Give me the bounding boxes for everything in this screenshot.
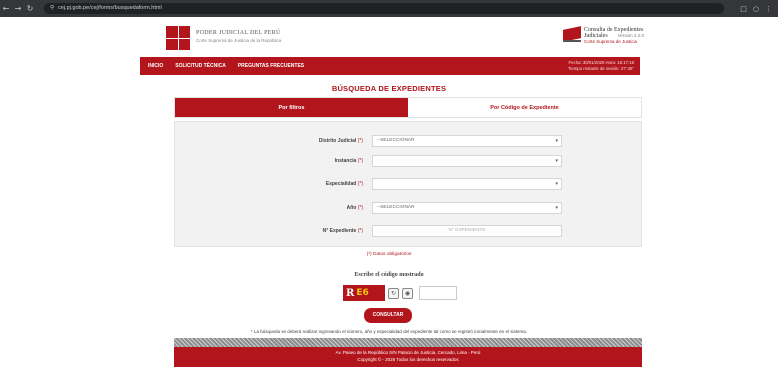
forward-arrow-icon[interactable]: → (12, 4, 24, 13)
required-note: (*) Datos obligatorios (366, 252, 412, 257)
nav-item-preguntas[interactable]: PREGUNTAS FRECUENTES (238, 63, 304, 69)
tab-por-codigo[interactable]: Por Código de Expediente (408, 98, 641, 117)
captcha-label: Escribe el código mostrado (354, 272, 424, 278)
cej-subtitle: Corte Suprema de Justicia (584, 39, 638, 44)
captcha-char-1: R (346, 287, 355, 299)
captcha-char-2: E6 (356, 288, 369, 298)
search-form: Distrito Judicial (*) --SELECCIONAR ▾ Ins… (174, 121, 642, 247)
distrito-select[interactable]: --SELECCIONAR ▾ (372, 135, 562, 147)
anio-select-value: --SELECCIONAR (377, 205, 415, 210)
anio-label: Año (346, 205, 357, 211)
required-mark: (*) (357, 181, 363, 187)
especialidad-select[interactable]: ▾ (372, 178, 562, 190)
footer-copyright: Copyright © - 2026 Todos los derechos re… (357, 357, 459, 362)
consultar-button[interactable]: CONSULTAR (364, 308, 412, 323)
instancia-select[interactable]: ▾ (372, 155, 562, 167)
expediente-label: N° Expediente (322, 228, 357, 234)
audio-icon[interactable]: ◉ (402, 287, 413, 299)
form-row-instancia: Instancia (*) ▾ (175, 155, 643, 167)
address-bar-url: cej.pj.gob.pe/cej/forms/busquedaform.htm… (58, 5, 162, 11)
back-arrow-icon[interactable]: ← (0, 4, 12, 13)
search-note: * La búsqueda se deberá realizar ingresa… (251, 329, 527, 334)
distrito-label: Distrito Judicial (318, 138, 357, 144)
cej-book-icon (563, 26, 581, 42)
footer-pattern (174, 338, 642, 347)
refresh-icon[interactable]: ↻ (388, 287, 399, 299)
extensions-icon[interactable]: □ (740, 5, 747, 13)
chevron-down-icon: ▾ (555, 138, 558, 144)
instancia-label: Instancia (334, 158, 357, 164)
anio-select[interactable]: --SELECCIONAR ▾ (372, 202, 562, 214)
nav-item-inicio[interactable]: INICIO (148, 63, 163, 69)
org-name-block: PODER JUDICIAL DEL PERÚ Corte Suprema de… (196, 30, 281, 43)
form-row-expediente: N° Expediente (*) N° EXPEDIENTE (175, 225, 643, 237)
especialidad-label: Especialidad (325, 181, 357, 187)
form-row-especialidad: Especialidad (*) ▾ (175, 178, 643, 190)
poder-judicial-logo-icon (166, 26, 190, 50)
reload-icon[interactable]: ↻ (24, 4, 36, 13)
address-bar[interactable]: ⚲ cej.pj.gob.pe/cej/forms/busquedaform.h… (44, 3, 724, 14)
required-mark: (*) (357, 138, 363, 144)
session-remaining: Tiempo restante de sesión: 27':45'' (567, 66, 634, 71)
main-nav: INICIO SOLICITUD TÉCNICA PREGUNTAS FRECU… (140, 57, 640, 75)
session-info: Fecha: 30/01/2026 Hora: 16:17:16 Tiempo … (568, 60, 634, 72)
org-subtitle: Corte Suprema de Justicia de la Repúblic… (196, 38, 282, 43)
form-row-anio: Año (*) --SELECCIONAR ▾ (175, 202, 643, 214)
site-footer: Av. Paseo de la República S/N Palacio de… (174, 338, 642, 367)
chevron-down-icon: ▾ (555, 158, 558, 164)
chevron-down-icon: ▾ (555, 181, 558, 187)
nav-item-solicitud[interactable]: SOLICITUD TÉCNICA (175, 63, 226, 69)
distrito-select-value: --SELECCIONAR (377, 138, 415, 143)
search-tabs: Por filtros Por Código de Expediente (174, 97, 642, 118)
required-mark: (*) (357, 158, 363, 164)
captcha-input[interactable] (419, 286, 457, 300)
chevron-down-icon: ▾ (555, 205, 558, 211)
cej-brand: Consulta de Expedientes Judiciales Versi… (584, 27, 644, 44)
expediente-input[interactable]: N° EXPEDIENTE (372, 225, 562, 237)
captcha-block: R E6 ↻ ◉ (343, 285, 457, 301)
menu-icon[interactable]: ⋮ (765, 5, 772, 13)
profile-icon[interactable]: ○ (753, 5, 759, 13)
form-row-distrito: Distrito Judicial (*) --SELECCIONAR ▾ (175, 135, 643, 147)
footer-address: Av. Paseo de la República S/N Palacio de… (335, 350, 481, 355)
org-name: PODER JUDICIAL DEL PERÚ (196, 30, 281, 36)
tab-por-filtros[interactable]: Por filtros (175, 98, 408, 117)
required-mark: (*) (357, 228, 363, 234)
captcha-image: R E6 (343, 285, 385, 301)
site-info-icon[interactable]: ⚲ (50, 3, 54, 14)
required-mark: (*) (357, 205, 363, 211)
page-title: BÚSQUEDA DE EXPEDIENTES (331, 84, 447, 93)
site-header: PODER JUDICIAL DEL PERÚ Corte Suprema de… (0, 17, 778, 57)
browser-toolbar: ← → ↻ ⚲ cej.pj.gob.pe/cej/forms/busqueda… (0, 0, 778, 17)
